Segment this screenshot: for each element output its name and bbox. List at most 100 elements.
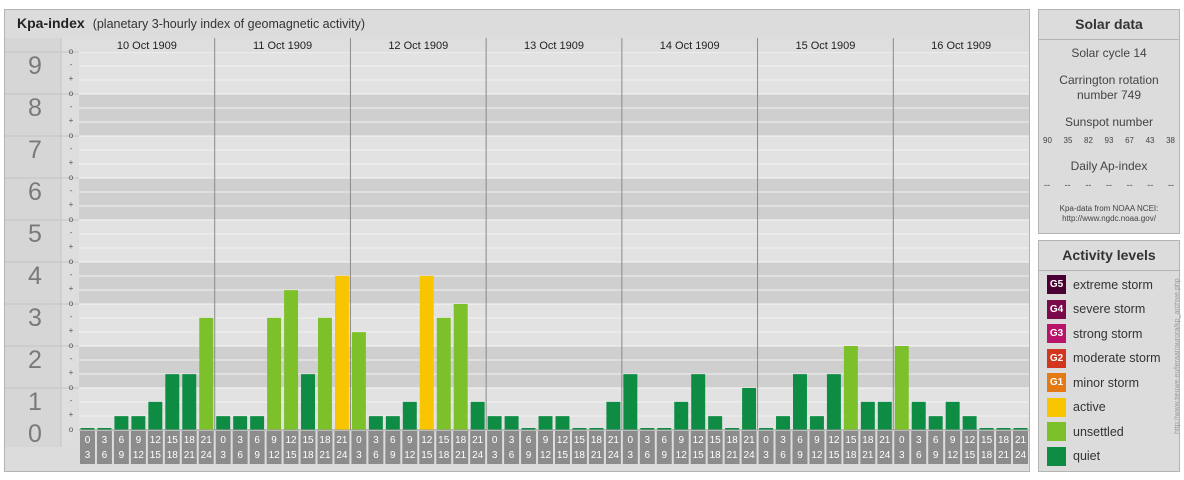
interval-start: 0 [492, 435, 498, 446]
interval-end: 6 [373, 450, 379, 461]
interval-start: 18 [998, 435, 1010, 446]
sub-tick: + [69, 200, 74, 209]
interval-start: 0 [763, 435, 769, 446]
interval-end: 9 [661, 450, 667, 461]
interval-end: 18 [167, 450, 179, 461]
kp-bar [860, 401, 875, 430]
sunspot-value-5: 43 [1145, 136, 1155, 145]
level-swatch [1047, 446, 1066, 466]
day-label: 14 Oct 1909 [660, 40, 720, 52]
solar-data-panel: Solar data Solar cycle 14 Carrington rot… [1038, 9, 1180, 234]
kp-bar-chart: 0123456789o+-o+-o+-o+-o+-o+-o+-o+-o+-o 10… [5, 38, 1029, 464]
day-label: 10 Oct 1909 [117, 40, 177, 52]
day-label: 16 Oct 1909 [931, 40, 991, 52]
kp-bar [436, 317, 451, 430]
ap-value-2: -- [1085, 180, 1092, 190]
interval-start: 21 [879, 435, 891, 446]
interval-start: 3 [373, 435, 379, 446]
kp-bar [334, 275, 349, 430]
interval-end: 3 [492, 450, 498, 461]
kp-bar [351, 332, 366, 430]
interval-start: 6 [390, 435, 396, 446]
interval-end: 3 [763, 450, 769, 461]
kp-bar [911, 401, 926, 430]
kp-bar [233, 416, 248, 430]
day-label: 13 Oct 1909 [524, 40, 584, 52]
sub-tick: + [69, 410, 74, 419]
level-swatch [1047, 397, 1066, 417]
interval-start: 6 [661, 435, 667, 446]
activity-level-moderate-storm: G2 moderate storm [1047, 348, 1161, 368]
sub-tick: - [70, 186, 73, 195]
solar-cycle: Solar cycle 14 [1071, 46, 1147, 60]
level-swatch [1047, 422, 1066, 441]
kp-bar [623, 374, 638, 430]
interval-end: 12 [811, 450, 823, 461]
level-band-4 [79, 220, 1029, 262]
activity-levels-header: Activity levels [1039, 241, 1179, 271]
sub-tick: - [70, 102, 73, 111]
level-band-6 [79, 136, 1029, 178]
interval-end: 15 [421, 450, 433, 461]
sunspot-value-2: 82 [1084, 136, 1093, 145]
sub-tick: + [69, 158, 74, 167]
level-band-3 [79, 262, 1029, 304]
kp-bar [487, 416, 502, 430]
kp-bar [453, 304, 468, 430]
kp-bar [538, 416, 553, 430]
interval-end: 12 [269, 450, 281, 461]
interval-end: 6 [237, 450, 243, 461]
kp-bar [131, 416, 146, 430]
interval-end: 18 [438, 450, 450, 461]
kp-bar [708, 416, 723, 430]
interval-start: 9 [950, 435, 956, 446]
kp-bar [742, 388, 757, 430]
interval-start: 3 [916, 435, 922, 446]
sunspot-value-1: 35 [1063, 136, 1073, 145]
sub-tick: o [69, 299, 74, 308]
interval-start: 6 [526, 435, 532, 446]
activity-level-severe-storm: G4 severe storm [1047, 299, 1145, 319]
y-tick-label-5: 5 [28, 220, 42, 248]
interval-end: 3 [899, 450, 905, 461]
activity-level-minor-storm: G1 minor storm [1047, 373, 1139, 392]
interval-end: 18 [981, 450, 993, 461]
interval-start: 15 [981, 435, 993, 446]
interval-end: 12 [676, 450, 688, 461]
interval-start: 6 [254, 435, 260, 446]
sub-tick: + [69, 74, 74, 83]
kp-bar [318, 317, 332, 430]
level-label: strong storm [1073, 326, 1143, 341]
level-label: unsettled [1073, 424, 1124, 439]
level-swatch: G3 [1047, 324, 1066, 343]
y-tick-label-2: 2 [28, 346, 42, 374]
level-label: active [1073, 400, 1106, 414]
interval-end: 3 [220, 450, 226, 461]
interval-end: 18 [845, 450, 857, 461]
interval-start: 12 [285, 435, 297, 446]
carrington-line1: Carrington rotation [1059, 73, 1159, 87]
interval-start: 6 [933, 435, 939, 446]
sub-tick: o [69, 89, 74, 98]
interval-start: 0 [220, 435, 226, 446]
interval-end: 3 [628, 450, 634, 461]
interval-start: 18 [319, 435, 331, 446]
interval-end: 18 [302, 450, 314, 461]
kp-bar [267, 317, 282, 430]
kp-bar [199, 317, 214, 430]
activity-levels-panel: Activity levels G5 extreme storm G4 severe … [1038, 240, 1180, 472]
interval-end: 21 [727, 450, 739, 461]
ap-value-5: -- [1147, 180, 1154, 190]
interval-end: 21 [591, 450, 603, 461]
sunspot-label: Sunspot number [1064, 115, 1154, 129]
kp-bar [216, 416, 231, 430]
y-tick-label-7: 7 [28, 136, 42, 164]
interval-end: 9 [119, 450, 125, 461]
kp-bar [776, 416, 790, 430]
interval-start: 3 [237, 435, 243, 446]
source-link[interactable]: http://www.ngdc.noaa.gov/ [1039, 214, 1179, 224]
interval-end: 9 [526, 450, 532, 461]
interval-end: 6 [780, 450, 786, 461]
interval-start: 21 [336, 435, 348, 446]
interval-start: 21 [472, 435, 484, 446]
